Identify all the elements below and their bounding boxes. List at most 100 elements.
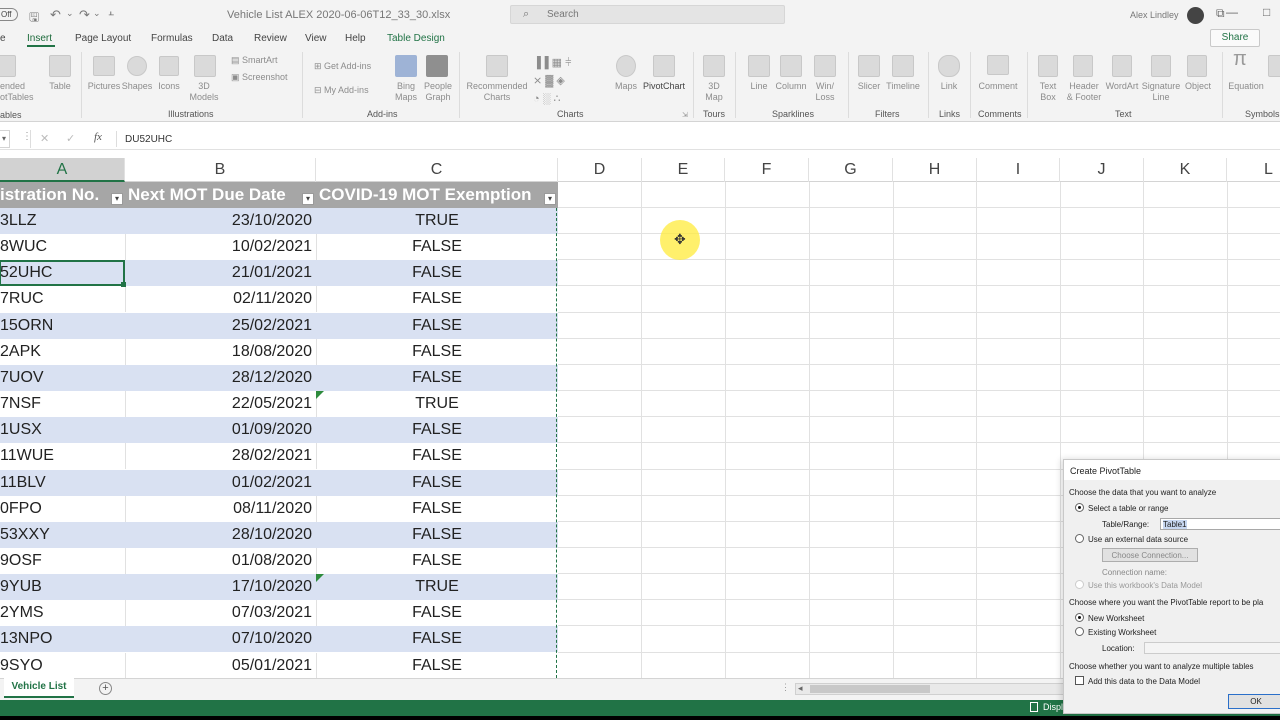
choose-connection-button[interactable]: Choose Connection... <box>1102 548 1198 562</box>
header-footer-icon[interactable] <box>1073 55 1093 77</box>
cell-registration[interactable]: 53XXY <box>0 522 50 548</box>
chart-types-grid-icon[interactable]: ▐▐ ▦ ⫩ ⨯ ▓ ◈ ◔ ░ ∴ <box>533 54 571 108</box>
cell-mot-date[interactable]: 25/02/2021 <box>232 313 312 339</box>
error-indicator-icon[interactable] <box>316 391 324 399</box>
maps-label[interactable]: Maps <box>610 81 642 92</box>
charts-dialog-launcher-icon[interactable]: ⇲ <box>682 110 688 121</box>
cell-covid-exemption[interactable]: TRUE <box>316 574 558 600</box>
cell-covid-exemption[interactable]: FALSE <box>316 653 558 679</box>
maps-icon[interactable] <box>616 55 636 77</box>
cell-registration[interactable]: 7RUC <box>0 286 44 312</box>
sparkline-line-label[interactable]: Line <box>743 81 775 92</box>
add-data-model-label[interactable]: Add this data to the Data Model <box>1088 677 1200 686</box>
enter-icon[interactable]: ✓ <box>66 132 75 145</box>
table-icon[interactable] <box>49 55 71 77</box>
cell-mot-date[interactable]: 07/03/2021 <box>232 600 312 626</box>
cell-covid-exemption[interactable]: FALSE <box>316 313 558 339</box>
timeline-label[interactable]: Timeline <box>884 81 922 92</box>
cell-mot-date[interactable]: 02/11/2020 <box>233 286 312 312</box>
name-box-dropdown-icon[interactable]: ▾ <box>2 134 6 143</box>
filter-dropdown-icon[interactable]: ▾ <box>302 193 314 205</box>
recommended-pivottables-label[interactable]: ended otTables <box>0 81 34 103</box>
column-header-f[interactable]: F <box>725 158 809 182</box>
sparkline-line-icon[interactable] <box>748 55 770 77</box>
filter-dropdown-icon[interactable]: ▾ <box>111 193 123 205</box>
autosave-toggle[interactable]: Off <box>0 8 18 21</box>
radio-external-source[interactable] <box>1075 534 1084 543</box>
slicer-icon[interactable] <box>858 55 880 77</box>
tab-review[interactable]: Review <box>254 33 287 44</box>
cell-covid-exemption[interactable]: FALSE <box>316 234 558 260</box>
people-graph-icon[interactable] <box>426 55 448 77</box>
cell-covid-exemption[interactable]: TRUE <box>316 391 558 417</box>
signature-line-label[interactable]: Signature Line <box>1140 81 1182 103</box>
radio-new-worksheet-label[interactable]: New Worksheet <box>1088 614 1144 623</box>
wordart-label[interactable]: WordArt <box>1103 81 1141 92</box>
tab-table-design[interactable]: Table Design <box>387 33 445 44</box>
cell-mot-date[interactable]: 01/08/2020 <box>232 548 312 574</box>
cell-registration[interactable]: 9YUB <box>0 574 42 600</box>
display-settings-label[interactable]: Displ <box>1043 702 1063 712</box>
fill-handle[interactable] <box>121 282 126 287</box>
slicer-label[interactable]: Slicer <box>853 81 885 92</box>
3d-map-icon[interactable] <box>703 55 725 77</box>
bing-maps-icon[interactable] <box>395 55 417 77</box>
3d-models-label[interactable]: 3D Models <box>184 81 224 103</box>
cell-mot-date[interactable]: 28/10/2020 <box>232 522 312 548</box>
cell-mot-date[interactable]: 07/10/2020 <box>232 626 312 652</box>
column-header-b[interactable]: B <box>125 158 316 182</box>
formula-input[interactable]: DU52UHC <box>125 134 172 145</box>
icons-icon[interactable] <box>159 56 179 76</box>
cell-mot-date[interactable]: 17/10/2020 <box>232 574 312 600</box>
pivottable-icon[interactable] <box>0 55 16 77</box>
bing-maps-label[interactable]: Bing Maps <box>390 81 422 103</box>
cancel-icon[interactable]: ✕ <box>40 132 49 145</box>
column-header-h[interactable]: H <box>893 158 977 182</box>
cell-covid-exemption[interactable]: FALSE <box>316 626 558 652</box>
filter-dropdown-icon[interactable]: ▾ <box>544 193 556 205</box>
cell-registration[interactable]: 11BLV <box>0 470 46 496</box>
scroll-left-icon[interactable]: ◂ <box>798 683 803 694</box>
share-button[interactable]: Share <box>1210 29 1260 47</box>
smartart-button[interactable]: ▤ SmartArt <box>231 55 278 66</box>
tab-formulas[interactable]: Formulas <box>151 33 193 44</box>
add-data-model-checkbox[interactable] <box>1075 676 1084 685</box>
tab-page-layout[interactable]: Page Layout <box>75 33 131 44</box>
minimize-icon[interactable]: — <box>1226 5 1238 19</box>
table-header-covid-exemption[interactable]: COVID-19 MOT Exemption <box>316 182 558 208</box>
cell-mot-date[interactable]: 18/08/2020 <box>232 339 312 365</box>
symbol-icon[interactable] <box>1268 55 1280 77</box>
cell-covid-exemption[interactable]: TRUE <box>316 208 558 234</box>
radio-data-model[interactable] <box>1075 580 1084 589</box>
cell-covid-exemption[interactable]: FALSE <box>316 365 558 391</box>
table-range-input[interactable]: Table1 <box>1160 518 1280 530</box>
tab-view[interactable]: View <box>305 33 327 44</box>
radio-external-source-label[interactable]: Use an external data source <box>1088 535 1188 544</box>
cell-registration[interactable]: 0FPO <box>0 496 42 522</box>
radio-select-table-label[interactable]: Select a table or range <box>1088 504 1169 513</box>
object-icon[interactable] <box>1187 55 1207 77</box>
get-addins-button[interactable]: ⊞ Get Add-ins <box>314 61 371 72</box>
undo-dropdown-icon[interactable]: ⌄ <box>66 8 74 19</box>
cell-registration[interactable]: 2APK <box>0 339 41 365</box>
object-label[interactable]: Object <box>1180 81 1216 92</box>
equation-icon[interactable]: π <box>1233 49 1247 69</box>
cell-covid-exemption[interactable]: FALSE <box>316 260 558 286</box>
link-icon[interactable] <box>938 55 960 77</box>
cell-covid-exemption[interactable]: FALSE <box>316 443 558 469</box>
cell-covid-exemption[interactable]: FALSE <box>316 286 558 312</box>
customize-qat-icon[interactable]: ⫠ <box>108 7 114 18</box>
comment-icon[interactable] <box>987 55 1009 75</box>
link-label[interactable]: Link <box>933 81 965 92</box>
cell-mot-date[interactable]: 05/01/2021 <box>232 653 312 679</box>
sheet-tab-vehicle-list[interactable]: Vehicle List <box>4 678 74 698</box>
sparkline-column-label[interactable]: Column <box>773 81 809 92</box>
cell-registration[interactable]: 8WUC <box>0 234 47 260</box>
column-header-j[interactable]: J <box>1060 158 1144 182</box>
radio-data-model-label[interactable]: Use this workbook's Data Model <box>1088 581 1202 590</box>
timeline-icon[interactable] <box>892 55 914 77</box>
3d-map-label[interactable]: 3D Map <box>698 81 730 103</box>
column-header-c[interactable]: C <box>316 158 558 182</box>
cell-covid-exemption[interactable]: FALSE <box>316 470 558 496</box>
screenshot-button[interactable]: ▣ Screenshot <box>231 72 288 83</box>
